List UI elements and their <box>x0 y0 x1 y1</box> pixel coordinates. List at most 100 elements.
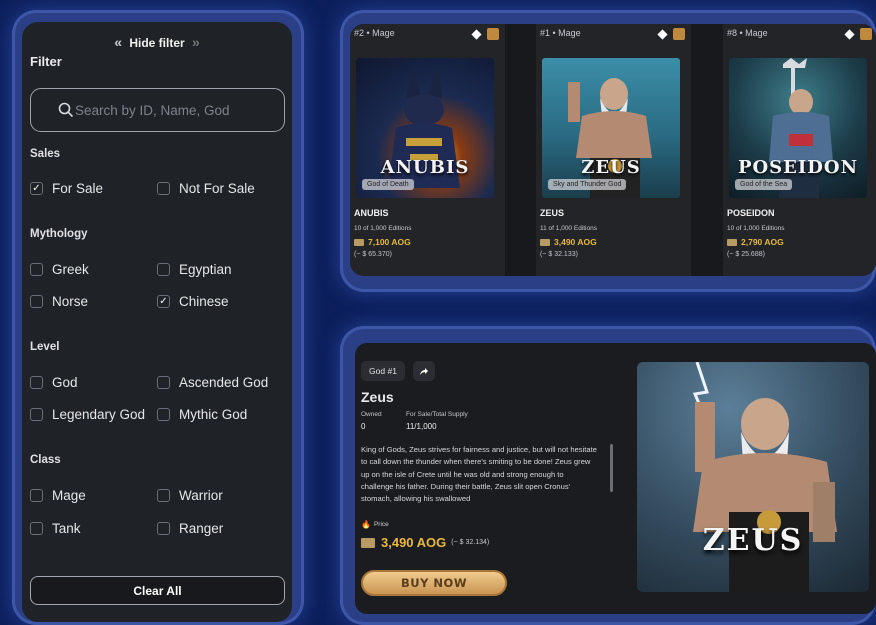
checkbox-label: Legendary God <box>52 407 146 422</box>
checkbox-warrior[interactable]: Warrior <box>157 488 223 503</box>
hide-filter-toggle[interactable]: « Hide filter » <box>22 34 292 50</box>
card-usd: (~ $ 25.688) <box>727 251 765 258</box>
coin-icon <box>727 238 737 246</box>
card-usd: (~ $ 65.370) <box>354 251 392 258</box>
checkbox-box[interactable] <box>30 295 43 308</box>
card-name: POSEIDON <box>727 208 775 218</box>
card-art: POSEIDON God of the Sea <box>729 58 867 198</box>
checkbox-box[interactable] <box>157 263 170 276</box>
checkbox-box[interactable] <box>157 408 170 421</box>
buy-now-button[interactable]: BUY NOW <box>361 570 507 596</box>
checkbox-egyptian[interactable]: Egyptian <box>157 262 232 277</box>
checkbox-box[interactable] <box>157 522 170 535</box>
checkbox-label: Norse <box>52 294 89 309</box>
card-art-title: POSEIDON <box>737 157 859 178</box>
checkbox-label: Ranger <box>179 521 224 536</box>
checkbox-label: Mage <box>52 488 86 503</box>
detail-price: 3,490 AOG (~ $ 32.134) <box>361 535 489 550</box>
detail-title: Zeus <box>361 389 394 405</box>
card-art-title: ZEUS <box>581 157 641 178</box>
checkbox-tank[interactable]: Tank <box>30 521 81 536</box>
shield-icon <box>673 28 685 40</box>
card-art: ZEUS Sky and Thunder God <box>542 58 680 198</box>
god-card-anubis[interactable]: #2 • Mage ANUBIS God of Death ANUBIS 10 … <box>350 24 505 276</box>
search-input[interactable] <box>75 102 265 118</box>
checkbox-box[interactable] <box>30 263 43 276</box>
god-description: King of Gods, Zeus strives for fairness … <box>361 445 597 504</box>
checkbox-box[interactable] <box>157 376 170 389</box>
card-price-value: 2,790 AOG <box>741 237 784 247</box>
card-price-value: 3,490 AOG <box>554 237 597 247</box>
share-button[interactable] <box>413 361 435 381</box>
checkbox-mythic-god[interactable]: Mythic God <box>157 407 247 422</box>
checkbox-box[interactable] <box>30 408 43 421</box>
detail-panel: God #1 Zeus Owned 0 For Sale/Total Suppl… <box>355 343 876 614</box>
coin-icon <box>354 238 364 246</box>
checkbox-greek[interactable]: Greek <box>30 262 89 277</box>
checkbox-box[interactable] <box>157 182 170 195</box>
checkbox-label: For Sale <box>52 181 104 196</box>
shield-icon <box>860 28 872 40</box>
detail-price-value: 3,490 AOG <box>381 535 447 550</box>
checkbox-label: Greek <box>52 262 89 277</box>
owned-value: 0 <box>361 422 366 431</box>
checkbox-ranger[interactable]: Ranger <box>157 521 223 536</box>
god-card-zeus[interactable]: #1 • Mage ZEUS Sky and Thunder God ZEUS … <box>536 24 691 276</box>
card-rank: #1 • Mage <box>540 28 581 38</box>
checkbox-for-sale[interactable]: ✓ For Sale <box>30 181 103 196</box>
description-scrollbar[interactable] <box>610 444 613 492</box>
checkbox-legendary-god[interactable]: Legendary God <box>30 407 145 422</box>
card-editions: 10 of 1,000 Editions <box>727 225 785 232</box>
share-icon <box>420 368 428 375</box>
search-icon <box>58 102 74 118</box>
class-heading: Class <box>30 454 61 466</box>
filter-title: Filter <box>30 54 62 69</box>
checkbox-label: Egyptian <box>179 262 232 277</box>
level-heading: Level <box>30 341 60 353</box>
checkbox-label: Ascended God <box>179 375 269 390</box>
checkbox-ascended-god[interactable]: Ascended God <box>157 375 268 390</box>
search-box[interactable] <box>30 88 285 132</box>
card-editions: 10 of 1,000 Editions <box>354 225 412 232</box>
card-price: 2,790 AOG <box>727 237 784 247</box>
supply-label: For Sale/Total Supply <box>406 411 468 418</box>
diamond-icon <box>657 29 668 40</box>
checkbox-label: Tank <box>52 521 81 536</box>
card-rank: #2 • Mage <box>354 28 395 38</box>
price-label: Price <box>373 521 389 528</box>
checkbox-box[interactable] <box>30 376 43 389</box>
mythology-heading: Mythology <box>30 228 88 240</box>
god-number-tag: God #1 <box>361 361 405 381</box>
diamond-icon <box>844 29 855 40</box>
checkbox-norse[interactable]: Norse <box>30 294 88 309</box>
supply-value: 11/1,000 <box>406 422 437 431</box>
detail-art: ZEUS <box>637 362 869 592</box>
checkbox-box[interactable] <box>30 489 43 502</box>
god-card-poseidon[interactable]: #8 • Mage POSEIDON God of the Sea POSEID… <box>723 24 876 276</box>
owned-label: Owned <box>361 411 382 418</box>
checkbox-label: Chinese <box>179 294 229 309</box>
diamond-icon <box>471 29 482 40</box>
cards-panel: #2 • Mage ANUBIS God of Death ANUBIS 10 … <box>350 24 876 276</box>
card-tag: God of the Sea <box>735 179 793 190</box>
price-label-row: 🔥 Price <box>361 520 389 529</box>
card-art: ANUBIS God of Death <box>356 58 494 198</box>
card-name: ANUBIS <box>354 208 389 218</box>
checkbox-box[interactable]: ✓ <box>157 295 170 308</box>
checkbox-mage[interactable]: Mage <box>30 488 86 503</box>
detail-art-title: ZEUS <box>702 523 804 558</box>
clear-all-button[interactable]: Clear All <box>30 576 285 605</box>
checkbox-chinese[interactable]: ✓ Chinese <box>157 294 229 309</box>
checkbox-box[interactable] <box>157 489 170 502</box>
card-rank: #8 • Mage <box>727 28 768 38</box>
card-editions: 11 of 1,000 Editions <box>540 225 597 232</box>
checkbox-not-for-sale[interactable]: Not For Sale <box>157 181 255 196</box>
fire-icon: 🔥 <box>361 520 371 529</box>
checkbox-god[interactable]: God <box>30 375 78 390</box>
checkbox-box[interactable]: ✓ <box>30 182 43 195</box>
hide-filter-label: Hide filter <box>129 36 185 50</box>
card-price: 7,100 AOG <box>354 237 411 247</box>
checkbox-box[interactable] <box>30 522 43 535</box>
card-usd: (~ $ 32.133) <box>540 251 578 258</box>
shield-icon <box>487 28 499 40</box>
